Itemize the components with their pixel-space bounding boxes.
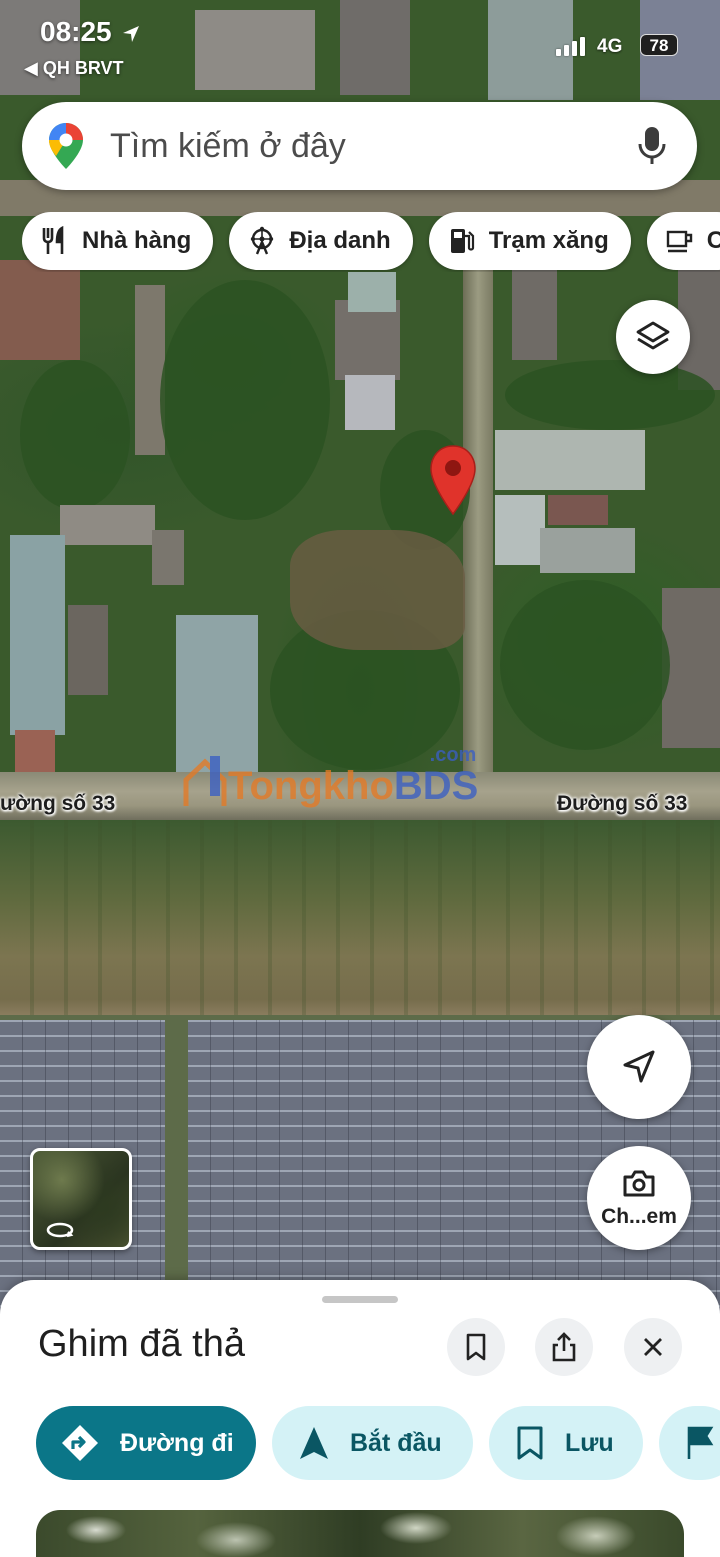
- signal-icon: [556, 34, 585, 56]
- map-building: [345, 375, 395, 430]
- chip-label: Nhà hàng: [82, 227, 192, 254]
- camera-search-button[interactable]: Ch...em: [587, 1146, 691, 1250]
- rotate-360-icon: [46, 1222, 74, 1238]
- close-button[interactable]: [624, 1318, 682, 1376]
- start-button[interactable]: Bắt đầu: [272, 1406, 473, 1480]
- network-type: 4G: [597, 36, 623, 57]
- camera-search-icon: [623, 1170, 655, 1197]
- map-building: [10, 535, 65, 735]
- close-icon: [644, 1338, 662, 1356]
- bookmark-icon: [466, 1333, 486, 1361]
- road-label-right: Đường số 33: [557, 792, 688, 815]
- map-lane: [463, 260, 493, 780]
- map-building: [0, 260, 80, 360]
- map-building: [540, 528, 635, 573]
- action-buttons-row: Đường đi Bắt đầu Lưu: [36, 1406, 720, 1480]
- watermark-text-part2: BDS: [393, 764, 479, 808]
- status-bar: 08:25 ◀ QH BRVT 4G 78: [0, 0, 720, 90]
- back-to-app-link[interactable]: ◀ QH BRVT: [24, 58, 124, 79]
- watermark-house-icon: [183, 756, 227, 806]
- road-label-left: ường số 33: [0, 792, 116, 815]
- coffee-cup-icon: [666, 230, 692, 253]
- bookmark-icon: [517, 1426, 543, 1460]
- directions-icon: [62, 1425, 98, 1461]
- microphone-icon[interactable]: [635, 124, 669, 168]
- map-field: [0, 820, 720, 1015]
- chip-restaurants[interactable]: Nhà hàng: [22, 212, 214, 270]
- map-trees: [505, 360, 715, 430]
- drag-handle[interactable]: [322, 1296, 398, 1303]
- place-bottom-sheet[interactable]: Ghim đã thả Đường đi Bắt đầu Lưu: [0, 1280, 720, 1557]
- share-icon: [552, 1332, 576, 1362]
- map-bare-ground: [290, 530, 465, 650]
- map-building: [152, 530, 184, 585]
- search-placeholder[interactable]: Tìm kiếm ở đây: [110, 127, 635, 166]
- directions-label: Đường đi: [120, 1428, 234, 1457]
- place-title: Ghim đã thả: [38, 1323, 245, 1365]
- map-trees: [500, 580, 670, 750]
- status-time: 08:25: [40, 16, 141, 48]
- place-photos[interactable]: [36, 1510, 684, 1557]
- watermark-logo: Tongkho BDS .com: [182, 744, 479, 808]
- maps-pin-logo-icon: [49, 123, 83, 169]
- dropped-pin-icon[interactable]: [429, 444, 477, 516]
- street-view-thumbnail[interactable]: [30, 1148, 132, 1250]
- my-location-button[interactable]: [587, 1015, 691, 1119]
- save-icon-button[interactable]: [447, 1318, 505, 1376]
- start-label: Bắt đầu: [350, 1428, 442, 1457]
- category-chips: Nhà hàng Địa danh Trạm xăng C: [22, 212, 720, 272]
- map-building: [135, 285, 165, 455]
- watermark-text-part1: Tongkho: [228, 764, 394, 808]
- navigation-arrow-icon: [623, 1050, 655, 1083]
- map-building: [495, 495, 545, 565]
- map-building: [60, 505, 155, 545]
- map-building: [512, 270, 557, 360]
- chip-gas-stations[interactable]: Trạm xăng: [428, 212, 631, 270]
- chip-label: C: [706, 227, 720, 254]
- map-trees: [160, 280, 330, 520]
- layers-icon: [636, 321, 670, 350]
- label-button[interactable]: [659, 1406, 720, 1480]
- ferris-wheel-icon: [251, 226, 274, 255]
- map-building: [662, 588, 720, 748]
- chip-coffee[interactable]: C: [646, 212, 720, 270]
- location-arrow-icon: [123, 25, 140, 42]
- layers-button[interactable]: [616, 300, 690, 374]
- battery-indicator: 78: [640, 34, 678, 56]
- map-building: [495, 430, 645, 490]
- chip-label: Địa danh: [289, 227, 391, 254]
- directions-button[interactable]: Đường đi: [36, 1406, 256, 1480]
- chip-attractions[interactable]: Địa danh: [229, 212, 413, 270]
- navigation-start-icon: [300, 1427, 328, 1459]
- share-button[interactable]: [535, 1318, 593, 1376]
- flag-icon: [687, 1426, 714, 1459]
- status-time-text: 08:25: [40, 16, 112, 47]
- watermark-text-suffix: .com: [429, 744, 477, 766]
- map-trees: [20, 360, 130, 510]
- fork-knife-icon: [42, 226, 64, 254]
- gas-pump-icon: [450, 229, 474, 253]
- map-building: [68, 605, 108, 695]
- map-building: [548, 495, 608, 525]
- search-bar[interactable]: Tìm kiếm ở đây: [22, 102, 697, 190]
- save-button[interactable]: Lưu: [489, 1406, 643, 1480]
- save-label: Lưu: [565, 1428, 614, 1457]
- map-building: [335, 300, 400, 380]
- map-building: [348, 272, 396, 312]
- camera-search-label: Ch...em: [601, 1205, 677, 1228]
- chip-label: Trạm xăng: [488, 227, 609, 254]
- map-building: [15, 730, 55, 775]
